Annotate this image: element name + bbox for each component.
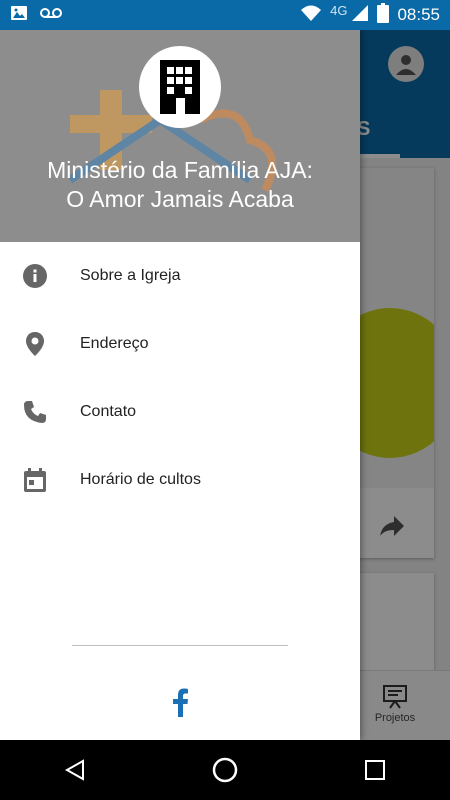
church-name-line1: Ministério da Família AJA: xyxy=(47,157,313,183)
voicemail-icon xyxy=(40,6,62,24)
drawer-menu: Sobre a Igreja Endereço Contato Horário … xyxy=(0,242,360,514)
calendar-icon xyxy=(0,467,80,493)
church-name-line2: O Amor Jamais Acaba xyxy=(66,186,294,212)
location-pin-icon xyxy=(0,331,80,357)
clock: 08:55 xyxy=(397,5,440,24)
drawer-header: Ministério da Família AJA: O Amor Jamais… xyxy=(0,30,360,242)
menu-item-contato[interactable]: Contato xyxy=(0,378,360,446)
menu-item-label: Horário de cultos xyxy=(80,471,201,488)
menu-item-sobre-a-igreja[interactable]: Sobre a Igreja xyxy=(0,242,360,310)
battery-icon xyxy=(377,2,390,28)
menu-item-label: Endereço xyxy=(80,335,149,352)
image-icon xyxy=(10,4,28,27)
info-icon xyxy=(0,263,80,289)
menu-item-endereco[interactable]: Endereço xyxy=(0,310,360,378)
menu-item-label: Sobre a Igreja xyxy=(80,267,181,284)
drawer-divider xyxy=(72,645,288,646)
facebook-icon[interactable] xyxy=(168,686,192,718)
church-name: Ministério da Família AJA: O Amor Jamais… xyxy=(0,156,360,214)
signal-icon xyxy=(351,4,369,27)
home-icon[interactable] xyxy=(195,740,255,800)
menu-item-horario-de-cultos[interactable]: Horário de cultos xyxy=(0,446,360,514)
wifi-icon xyxy=(300,4,322,27)
phone-icon xyxy=(0,399,80,425)
network-type: 4G xyxy=(330,2,348,18)
recents-icon[interactable] xyxy=(345,740,405,800)
menu-item-label: Contato xyxy=(80,403,137,420)
navigation-drawer: Ministério da Família AJA: O Amor Jamais… xyxy=(0,30,360,740)
building-icon xyxy=(139,46,221,128)
system-nav-bar xyxy=(0,740,450,800)
back-icon[interactable] xyxy=(45,740,105,800)
status-bar: 4G 08:55 xyxy=(0,0,450,30)
